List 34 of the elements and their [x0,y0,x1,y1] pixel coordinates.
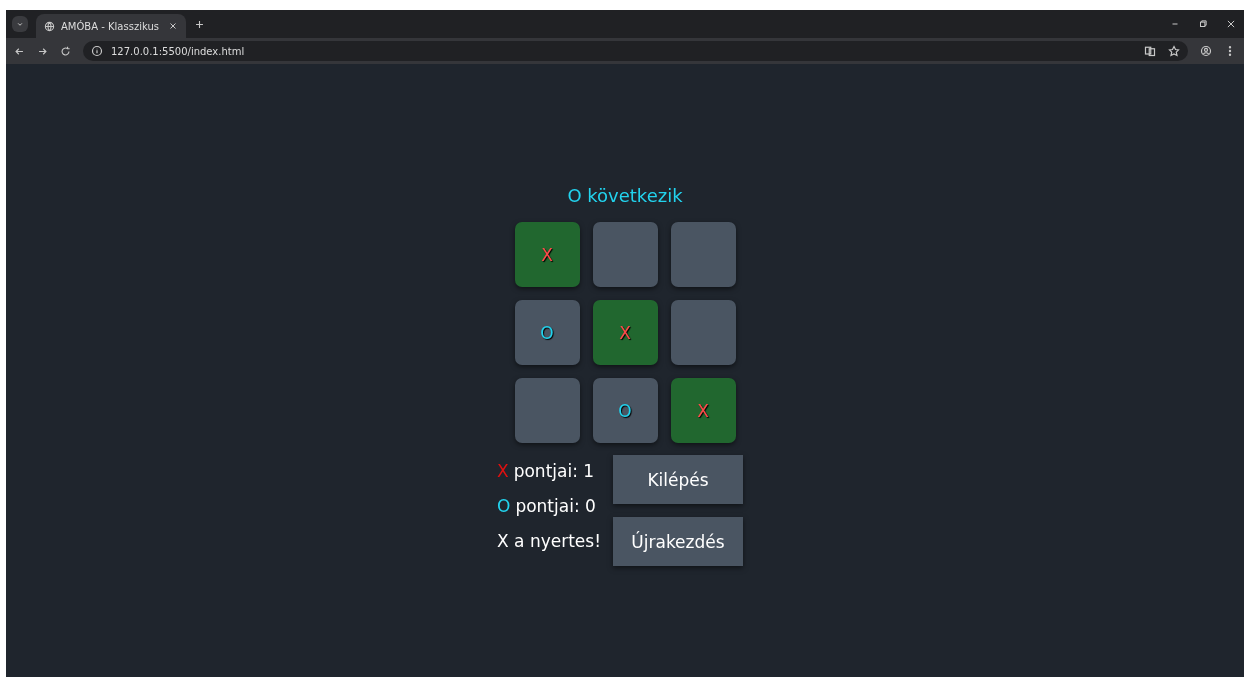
winner-message: X a nyertes! [497,531,601,551]
close-icon[interactable] [1226,19,1236,29]
board-cell[interactable] [670,300,736,365]
restart-button[interactable]: Újrakezdés [612,517,743,566]
board-cell[interactable]: O [592,378,658,443]
tab-title: AMÓBA - Klasszikus [61,20,160,32]
cell-mark: O [618,400,632,421]
cell-mark: X [697,400,709,421]
url-text[interactable]: 127.0.0.1:5500/index.html [111,45,245,57]
star-icon[interactable] [1168,45,1180,57]
cell-mark: X [619,322,631,343]
back-icon[interactable] [14,45,25,57]
board-cell[interactable] [670,222,736,287]
player-symbol: O [497,496,511,516]
close-icon[interactable] [168,21,178,31]
score-label: pontjai: 1 [513,461,595,481]
reload-icon[interactable] [60,45,71,57]
profile-icon[interactable] [1200,45,1212,57]
cell-mark: X [541,244,553,265]
forward-icon[interactable] [37,45,48,57]
info-icon[interactable] [91,45,103,57]
browser-tab[interactable]: AMÓBA - Klasszikus [36,14,186,38]
turn-status: O következik [567,185,683,208]
board-cell[interactable]: O [514,300,580,365]
restore-icon[interactable] [1198,19,1208,29]
exit-button[interactable]: Kilépés [612,455,743,504]
score-label: pontjai: 0 [515,496,596,516]
new-tab-icon[interactable] [194,18,205,30]
globe-icon[interactable] [44,20,55,32]
board-cell[interactable] [592,222,658,287]
player-symbol: X [497,461,509,481]
translate-icon[interactable] [1144,45,1156,57]
board-cell[interactable] [514,378,580,443]
cell-mark: O [540,322,554,343]
